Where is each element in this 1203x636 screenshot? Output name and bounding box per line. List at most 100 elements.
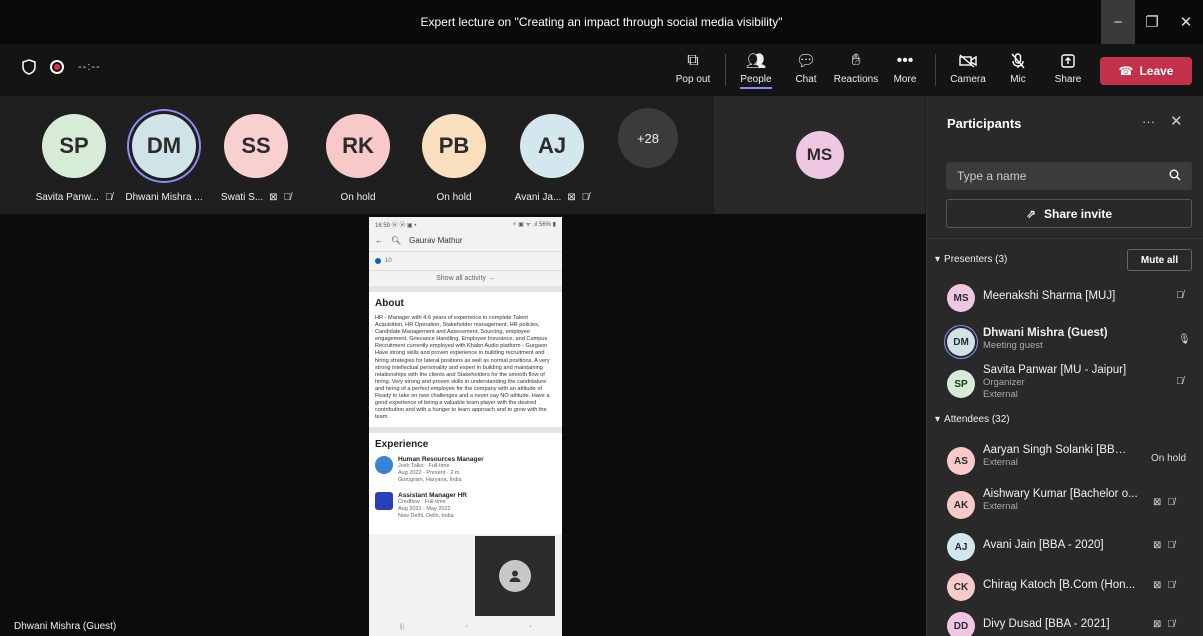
avatar: MS <box>795 131 844 179</box>
search-icon: 🔍︎ <box>391 236 402 245</box>
teams-meeting-window: Expert lecture on "Creating an impact th… <box>0 0 1203 636</box>
mic-off-icon: 🎙̸ <box>1167 619 1175 630</box>
participant-row[interactable]: DD Divy Dusad [BBA - 2021] ⊠ 🎙̸ <box>927 610 1203 636</box>
caret-down-icon: ▾ <box>935 254 941 265</box>
share-invite-button[interactable]: ⇗ Share invite <box>946 199 1192 228</box>
avatar: RK <box>326 114 390 178</box>
mic-button[interactable]: Mic <box>994 50 1042 85</box>
participant-tile[interactable]: SS Swati S... ⊠ 🎙̸ <box>208 108 304 203</box>
avatar: DD <box>947 612 975 636</box>
share-icon <box>1061 50 1075 72</box>
mic-off-icon: 🎙̸ <box>1167 580 1175 591</box>
avatar: MS <box>947 284 975 312</box>
close-panel-icon[interactable]: ✕ <box>1170 112 1183 130</box>
reaction-icon <box>375 258 381 264</box>
recording-icon[interactable] <box>50 60 64 74</box>
avatar: AK <box>947 491 975 519</box>
job-entry: Assistant Manager HR Credflow · Full-tim… <box>375 492 556 520</box>
phone-status-bar: 16:59 ⓦ ⓦ ▣ • ⚡ ▣ ᯤ .ıl 56% ▮ <box>375 222 556 229</box>
mute-all-button[interactable]: Mute all <box>1127 249 1192 271</box>
on-hold-status: On hold <box>1151 453 1187 464</box>
camera-off-icon: ⊠ <box>1153 580 1162 591</box>
participant-tile[interactable]: PB On hold <box>406 108 502 203</box>
avatar: DM <box>947 328 975 356</box>
panel-more-icon[interactable]: ··· <box>1142 114 1155 129</box>
mic-on-icon: 🎙︎ <box>1178 334 1191 345</box>
window-controls: − ❐ ✕ <box>1101 0 1203 44</box>
maximize-button[interactable]: ❐ <box>1135 0 1169 44</box>
shared-screen-stage: 16:59 ⓦ ⓦ ▣ • ⚡ ▣ ᯤ .ıl 56% ▮ ← 🔍︎ Gaura… <box>0 214 926 636</box>
avatar: AS <box>947 447 975 475</box>
people-button[interactable]: 👥︎ People <box>732 50 780 89</box>
participant-tile-large[interactable]: MS <box>714 96 925 214</box>
company-logo <box>375 456 393 475</box>
chat-button[interactable]: 💬︎ Chat <box>782 50 830 85</box>
presenters-section-toggle[interactable]: ▾ Presenters (3) <box>935 254 1007 265</box>
search-icon <box>1169 169 1181 184</box>
mic-off-icon: 🎙̸ <box>1176 376 1184 387</box>
share-arrow-icon: ⇗ <box>1025 206 1037 221</box>
avatar: SP <box>947 370 975 398</box>
experience-section: Experience Human Resources Manager Josh … <box>369 433 562 535</box>
camera-off-icon: ⊠ <box>1153 540 1162 551</box>
participant-strip: SP Savita Panw... 🎙̸ DM Dhwani Mishra ...… <box>0 96 926 214</box>
title-bar: Expert lecture on "Creating an impact th… <box>0 0 1203 44</box>
maximize-icon: ❐ <box>1145 14 1159 31</box>
window-title: Expert lecture on "Creating an impact th… <box>420 15 783 29</box>
avatar: DM <box>132 114 196 178</box>
share-button[interactable]: Share <box>1044 50 1092 85</box>
participant-row[interactable]: MS Meenakshi Sharma [MUJ] 🎙̸ <box>927 283 1203 313</box>
back-arrow-icon: ← <box>375 236 383 245</box>
mic-off-icon <box>1011 50 1025 72</box>
phone-hangup-icon: ☎︎ <box>1118 64 1134 78</box>
camera-off-icon: ⊠ <box>1153 619 1162 630</box>
avatar: PB <box>422 114 486 178</box>
close-icon: ✕ <box>1179 14 1193 31</box>
avatar: AJ <box>520 114 584 178</box>
hand-icon: ✋︎ <box>851 52 861 69</box>
participant-tile[interactable]: AJ Avani Ja... ⊠ 🎙̸ <box>504 108 600 203</box>
pop-out-button[interactable]: ⧉ Pop out <box>669 50 717 85</box>
participant-row[interactable]: DM Dhwani Mishra (Guest) Meeting guest 🎙… <box>927 324 1203 358</box>
home-icon: ○ <box>465 624 469 630</box>
participant-tile[interactable]: SP Savita Panw... 🎙̸ <box>26 108 122 203</box>
attendees-section-toggle[interactable]: ▾ Attendees (32) <box>935 414 1010 425</box>
overflow-count: +28 <box>618 108 678 168</box>
participant-search-input[interactable]: Type a name <box>946 162 1192 190</box>
more-participants-button[interactable]: +28 <box>600 108 696 168</box>
avatar: CK <box>947 573 975 601</box>
participant-row[interactable]: AK Aishwary Kumar [Bachelor o... Externa… <box>927 486 1203 520</box>
more-button[interactable]: ••• More <box>881 50 929 85</box>
pop-out-icon: ⧉ <box>687 52 699 69</box>
minimize-button[interactable]: − <box>1101 0 1135 44</box>
recent-apps-icon: ||| <box>399 624 405 630</box>
leave-button[interactable]: ☎︎ Leave <box>1100 57 1192 85</box>
camera-off-icon: ⊠ <box>1153 497 1162 508</box>
camera-button[interactable]: Camera <box>944 50 992 85</box>
self-video-preview[interactable] <box>475 536 555 616</box>
participant-row[interactable]: AJ Avani Jain [BBA - 2020] ⊠ 🎙̸ <box>927 532 1203 562</box>
participants-panel: Participants ··· ✕ Type a name ⇗ Share i… <box>926 96 1203 636</box>
user-icon <box>499 560 531 592</box>
toolbar-divider <box>935 54 936 86</box>
participant-row[interactable]: AS Aaryan Singh Solanki [BBA - 2... Exte… <box>927 442 1203 476</box>
caret-down-icon: ▾ <box>935 414 941 425</box>
speaker-name-label: Dhwani Mishra (Guest) <box>14 621 117 632</box>
camera-off-icon: ⊠ <box>269 192 278 203</box>
participant-row[interactable]: CK Chirag Katoch [B.Com (Hon... ⊠ 🎙̸ <box>927 572 1203 602</box>
avatar: AJ <box>947 533 975 561</box>
close-window-button[interactable]: ✕ <box>1169 0 1203 44</box>
shield-icon[interactable] <box>22 59 36 75</box>
avatar: SS <box>224 114 288 178</box>
about-section: About HR - Manager with 4.6 years of exp… <box>369 292 562 434</box>
camera-off-icon: ⊠ <box>567 192 576 203</box>
participant-tile[interactable]: RK On hold <box>310 108 406 203</box>
participant-tile[interactable]: DM Dhwani Mishra ... <box>116 108 212 203</box>
company-logo <box>375 492 393 511</box>
reactions-button[interactable]: ✋︎ Reactions <box>832 50 880 85</box>
participant-row[interactable]: SP Savita Panwar [MU - Jaipur] Organizer… <box>927 364 1203 404</box>
meeting-toolbar: --:-- ⧉ Pop out 👥︎ People 💬︎ Chat ✋︎ Rea… <box>0 44 1203 96</box>
meeting-timer: --:-- <box>78 61 101 73</box>
job-entry: Human Resources Manager Josh Talks · Ful… <box>375 456 556 484</box>
phone-search-bar: ← 🔍︎ Gaurav Mathur <box>369 230 562 252</box>
